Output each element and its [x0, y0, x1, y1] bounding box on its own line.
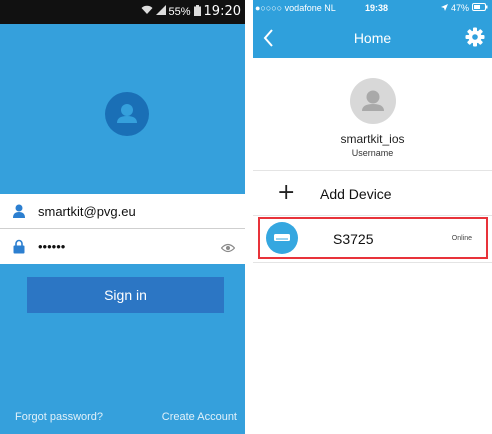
ios-status-bar: ●○○○○ vodafone NL 19:38 47% — [253, 0, 492, 16]
battery-percent: 47% — [450, 3, 469, 13]
email-field[interactable]: smartkit@pvg.eu — [0, 194, 245, 229]
location-arrow-icon — [440, 3, 448, 13]
password-field[interactable]: •••••• — [0, 229, 245, 264]
ios-home-screen: ●○○○○ vodafone NL 19:38 47% Home smartki… — [253, 0, 492, 434]
eye-icon[interactable] — [220, 240, 236, 258]
signal-icon — [155, 5, 166, 18]
wifi-icon — [141, 5, 153, 18]
status-clock: 19:38 — [365, 3, 389, 13]
username-label: Username — [351, 148, 394, 158]
battery-status: 47% — [440, 3, 488, 13]
avatar-icon — [105, 92, 149, 136]
gear-icon[interactable] — [465, 27, 485, 47]
carrier-label: ●○○○○ vodafone NL — [255, 3, 336, 13]
device-name: S3725 — [333, 231, 374, 247]
username-value: smartkit_ios — [340, 132, 405, 146]
password-value: •••••• — [38, 239, 66, 254]
profile-section: smartkit_ios Username — [253, 58, 492, 170]
list-divider — [253, 262, 492, 263]
nav-header: ●○○○○ vodafone NL 19:38 47% Home — [253, 0, 492, 58]
battery-icon — [472, 3, 488, 13]
login-form: smartkit@pvg.eu •••••• — [0, 194, 245, 264]
battery-icon — [193, 4, 201, 19]
create-account-link[interactable]: Create Account — [162, 411, 237, 423]
page-title: Home — [353, 30, 392, 46]
lock-icon — [0, 239, 38, 254]
device-list-item[interactable]: S3725 Online — [258, 217, 488, 259]
plus-icon: + — [277, 180, 296, 205]
forgot-password-link[interactable]: Forgot password? — [15, 411, 103, 423]
sign-in-button[interactable]: Sign in — [27, 277, 224, 313]
avatar-icon[interactable] — [350, 78, 396, 124]
android-status-bar: 55% 19:20 — [0, 0, 245, 24]
air-conditioner-icon — [266, 222, 298, 254]
add-device-button[interactable]: + Add Device — [253, 170, 492, 216]
add-device-label: Add Device — [320, 186, 392, 202]
android-login-screen: 55% 19:20 smartkit@pvg.eu •••••• Sign in… — [0, 0, 245, 434]
user-icon — [0, 204, 38, 218]
email-value: smartkit@pvg.eu — [38, 203, 136, 219]
device-status-badge: Online — [451, 235, 472, 242]
battery-percent: 55% — [168, 5, 191, 18]
status-clock: 19:20 — [203, 4, 241, 19]
